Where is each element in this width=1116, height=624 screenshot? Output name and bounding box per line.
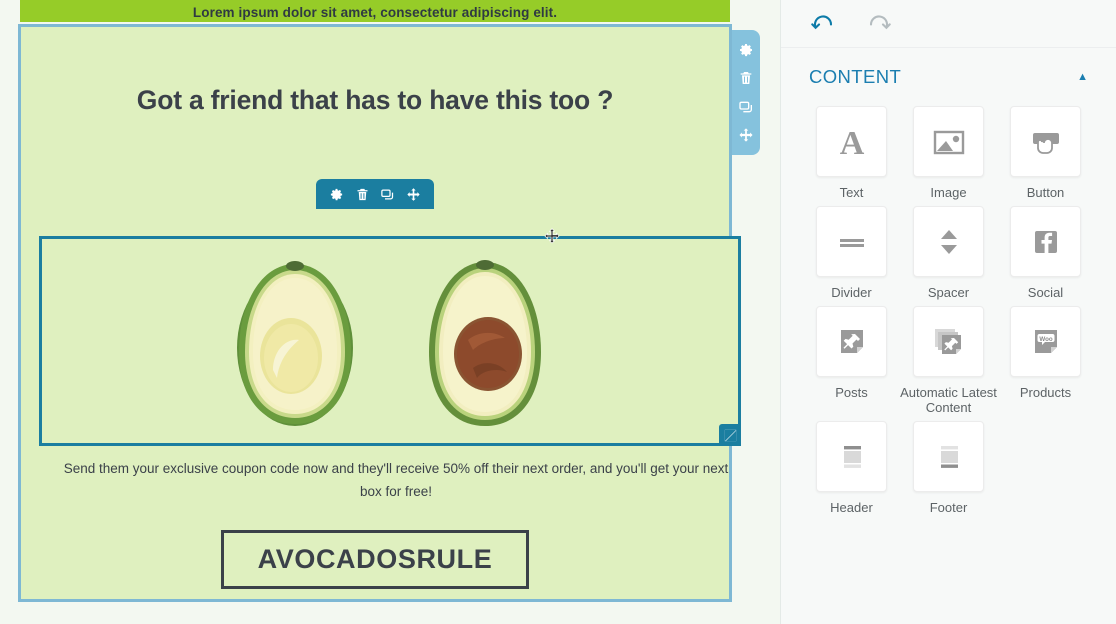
letter-a-icon: A: [839, 125, 864, 162]
coupon-code-text: AVOCADOSRULE: [257, 544, 493, 574]
social-tile[interactable]: [1010, 206, 1081, 277]
content-block-divider[interactable]: Divider: [803, 206, 900, 300]
content-block-spacer[interactable]: Spacer: [900, 206, 997, 300]
block-label: Posts: [835, 385, 868, 400]
content-block-header[interactable]: Header: [803, 421, 900, 515]
block-label: Social: [1027, 285, 1064, 300]
content-section-header[interactable]: CONTENT ▲: [781, 48, 1116, 106]
footer-layout-icon: [940, 445, 958, 468]
image-tile[interactable]: [913, 106, 984, 177]
svg-text:Woo: Woo: [1039, 336, 1053, 343]
block-label: Text: [839, 185, 864, 200]
block-label: Header: [830, 500, 873, 515]
history-toolbar: [781, 0, 1116, 48]
content-block-posts[interactable]: Posts: [803, 306, 900, 415]
section-title: CONTENT: [809, 66, 902, 87]
stacked-pin-notes-icon: [934, 328, 961, 354]
block-settings-button[interactable]: [326, 183, 348, 205]
block-label: Footer: [929, 500, 968, 515]
block-label: Products: [1019, 385, 1072, 400]
email-content-container[interactable]: Got a friend that has to have this too ?: [18, 24, 741, 602]
content-blocks-grid: A Text Image Button Divider Spacer Socia…: [781, 106, 1116, 515]
pin-note-icon: [840, 329, 863, 353]
posts-tile[interactable]: [816, 306, 887, 377]
block-label: Spacer: [927, 285, 970, 300]
content-block-text[interactable]: A Text: [803, 106, 900, 200]
button-tile[interactable]: [1010, 106, 1081, 177]
content-block-footer[interactable]: Footer: [900, 421, 997, 515]
content-block-products[interactable]: Woo Products: [997, 306, 1094, 415]
selected-image-block[interactable]: [39, 236, 741, 446]
picture-icon: [933, 130, 964, 154]
content-sidebar: CONTENT ▲ A Text Image Button Divider Sp…: [780, 0, 1116, 624]
header-layout-icon: [843, 445, 861, 468]
avocado-half-right: [423, 252, 547, 430]
block-delete-button[interactable]: [351, 183, 373, 205]
avocado-image: [42, 239, 738, 443]
block-toolbar[interactable]: [316, 179, 434, 209]
block-label: Divider: [831, 285, 872, 300]
svg-text:A: A: [839, 125, 864, 162]
banner-text: Lorem ipsum dolor sit amet, consectetur …: [192, 5, 558, 20]
email-canvas: Lorem ipsum dolor sit amet, consectetur …: [0, 0, 780, 624]
automatic-latest-content-tile[interactable]: [913, 306, 984, 377]
container-delete-button[interactable]: [735, 66, 757, 90]
facebook-icon: [1034, 230, 1057, 253]
avocado-half-left: [233, 252, 357, 430]
content-block-button[interactable]: Button: [997, 106, 1094, 200]
up-down-arrows-icon: [940, 229, 957, 254]
content-block-image[interactable]: Image: [900, 106, 997, 200]
email-editor-app: Lorem ipsum dolor sit amet, consectetur …: [0, 0, 1116, 624]
block-label: Image: [930, 185, 967, 200]
container-toolbar[interactable]: [732, 30, 760, 155]
coupon-box: AVOCADOSRULE: [220, 530, 530, 589]
block-move-button[interactable]: [402, 183, 424, 205]
container-duplicate-button[interactable]: [735, 95, 757, 119]
coupon-block[interactable]: AVOCADOSRULE: [21, 530, 729, 589]
redo-button[interactable]: [863, 11, 893, 37]
body-paragraph: Send them your exclusive coupon code now…: [63, 461, 729, 499]
chevron-up-icon[interactable]: ▲: [1077, 71, 1088, 83]
divider-lines-icon: [839, 238, 864, 247]
block-label: Automatic Latest Content: [900, 385, 997, 415]
divider-tile[interactable]: [816, 206, 887, 277]
container-move-button[interactable]: [735, 123, 757, 147]
header-tile[interactable]: [816, 421, 887, 492]
email-banner-strip[interactable]: Lorem ipsum dolor sit amet, consectetur …: [20, 0, 730, 22]
products-tile[interactable]: Woo: [1010, 306, 1081, 377]
image-resize-handle[interactable]: [719, 424, 738, 443]
spacer-tile[interactable]: [913, 206, 984, 277]
content-block-automatic-latest-content[interactable]: Automatic Latest Content: [900, 306, 997, 415]
woo-note-icon: Woo: [1034, 329, 1057, 353]
footer-tile[interactable]: [913, 421, 984, 492]
container-settings-button[interactable]: [735, 38, 757, 62]
text-tile[interactable]: A: [816, 106, 887, 177]
content-block-social[interactable]: Social: [997, 206, 1094, 300]
body-text-block[interactable]: Send them your exclusive coupon code now…: [51, 457, 741, 503]
headline-block[interactable]: Got a friend that has to have this too ?: [21, 85, 729, 116]
undo-button[interactable]: [809, 11, 839, 37]
block-duplicate-button[interactable]: [377, 183, 399, 205]
headline-text: Got a friend that has to have this too ?: [136, 85, 614, 115]
block-label: Button: [1026, 185, 1065, 200]
button-click-icon: [1032, 132, 1059, 154]
